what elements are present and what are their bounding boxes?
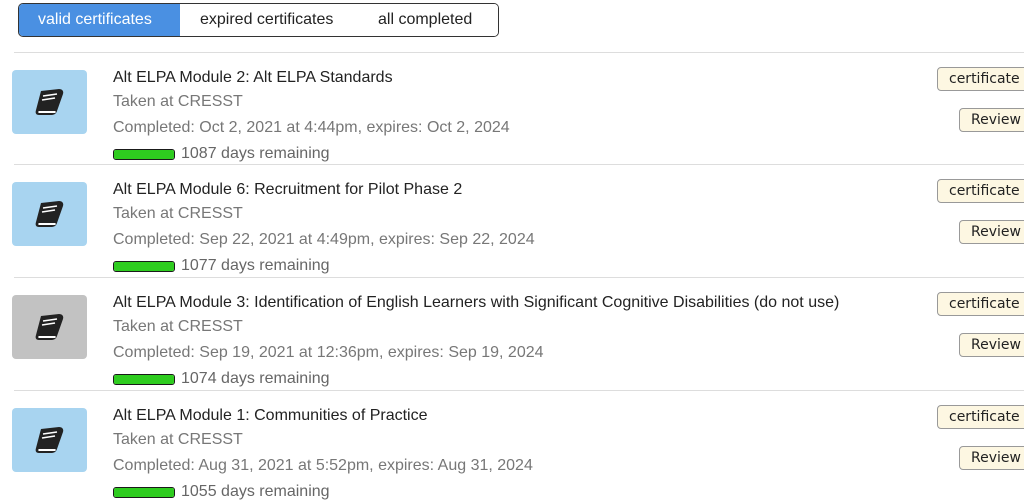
certificate-button[interactable]: certificate xyxy=(937,405,1024,429)
remaining-progress-fill xyxy=(114,261,174,271)
certificate-button[interactable]: certificate xyxy=(937,179,1024,203)
tab-valid-certificates[interactable]: valid certificates xyxy=(19,4,180,36)
days-remaining: 1087 days remaining xyxy=(181,145,330,162)
course-thumbnail xyxy=(12,70,87,134)
remaining-indicator: 1087 days remaining xyxy=(113,145,330,163)
completion-info: Completed: Sep 22, 2021 at 4:49pm, expir… xyxy=(113,231,535,248)
days-remaining: 1077 days remaining xyxy=(181,257,330,274)
certificate-button[interactable]: certificate xyxy=(937,292,1024,316)
remaining-progress-bar xyxy=(113,148,175,160)
remaining-progress-bar xyxy=(113,373,175,385)
review-button[interactable]: Review xyxy=(959,446,1024,470)
review-button[interactable]: Review xyxy=(959,108,1024,132)
review-button[interactable]: Review xyxy=(959,333,1024,357)
book-icon xyxy=(35,89,63,115)
completion-info: Completed: Sep 19, 2021 at 12:36pm, expi… xyxy=(113,344,544,361)
remaining-progress-bar xyxy=(113,486,175,498)
book-icon xyxy=(35,201,63,227)
course-location: Taken at CRESST xyxy=(113,205,243,222)
course-location: Taken at CRESST xyxy=(113,431,243,448)
days-remaining: 1055 days remaining xyxy=(181,483,330,500)
course-thumbnail xyxy=(12,182,87,246)
course-title: Alt ELPA Module 1: Communities of Practi… xyxy=(113,407,428,424)
course-location: Taken at CRESST xyxy=(113,318,243,335)
remaining-progress-fill xyxy=(114,487,174,497)
remaining-progress-fill xyxy=(114,374,174,384)
remaining-indicator: 1074 days remaining xyxy=(113,370,330,388)
book-icon xyxy=(35,314,63,340)
certificates-page: valid certificates expired certificates … xyxy=(0,0,1024,502)
certificate-row: Alt ELPA Module 2: Alt ELPA Standards Ta… xyxy=(12,52,1024,164)
course-title: Alt ELPA Module 2: Alt ELPA Standards xyxy=(113,69,393,86)
certificate-row: Alt ELPA Module 3: Identification of Eng… xyxy=(12,277,1024,389)
certificate-button[interactable]: certificate xyxy=(937,67,1024,91)
tab-expired-certificates[interactable]: expired certificates xyxy=(180,4,359,36)
remaining-progress-fill xyxy=(114,149,174,159)
certificate-row: Alt ELPA Module 6: Recruitment for Pilot… xyxy=(12,164,1024,276)
completion-info: Completed: Aug 31, 2021 at 5:52pm, expir… xyxy=(113,457,533,474)
days-remaining: 1074 days remaining xyxy=(181,370,330,387)
course-location: Taken at CRESST xyxy=(113,93,243,110)
course-title: Alt ELPA Module 3: Identification of Eng… xyxy=(113,294,840,311)
book-icon xyxy=(35,427,63,453)
completion-info: Completed: Oct 2, 2021 at 4:44pm, expire… xyxy=(113,119,510,136)
course-title: Alt ELPA Module 6: Recruitment for Pilot… xyxy=(113,181,463,198)
remaining-indicator: 1055 days remaining xyxy=(113,483,330,501)
course-thumbnail xyxy=(12,295,87,359)
review-button[interactable]: Review xyxy=(959,220,1024,244)
tab-all-completed[interactable]: all completed xyxy=(359,4,498,36)
remaining-indicator: 1077 days remaining xyxy=(113,257,330,275)
certificate-filter-tabs: valid certificates expired certificates … xyxy=(18,3,499,37)
course-thumbnail xyxy=(12,408,87,472)
certificate-row: Alt ELPA Module 1: Communities of Practi… xyxy=(12,390,1024,502)
remaining-progress-bar xyxy=(113,260,175,272)
